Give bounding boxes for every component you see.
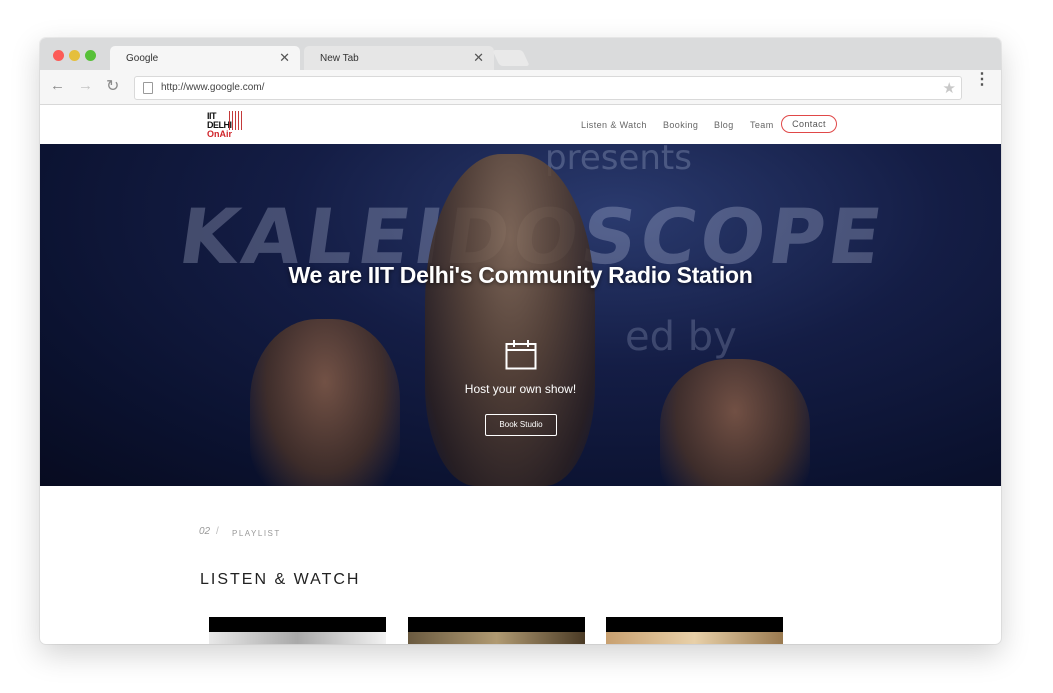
browser-menu-icon[interactable]: ⋮ <box>974 72 990 88</box>
hero-photo-figure <box>425 154 595 486</box>
close-tab-icon[interactable]: ✕ <box>279 50 290 66</box>
section-slash: / <box>216 526 219 537</box>
nav-link-blog[interactable]: Blog <box>714 120 734 130</box>
thumbnail-image <box>606 632 783 644</box>
playlist-video-thumbnail[interactable] <box>606 617 783 644</box>
calendar-icon <box>505 340 537 370</box>
nav-link-booking[interactable]: Booking <box>663 120 698 130</box>
logo-soundwave-icon <box>229 111 243 130</box>
forward-arrow-icon[interactable]: → <box>78 77 93 94</box>
thumbnail-image <box>209 632 386 644</box>
back-arrow-icon[interactable]: ← <box>50 77 65 94</box>
hero-background-text-top: presents <box>545 144 692 178</box>
close-tab-icon[interactable]: ✕ <box>473 50 484 66</box>
tab-label: New Tab <box>320 53 359 64</box>
close-window-button[interactable] <box>53 50 64 61</box>
book-studio-button[interactable]: Book Studio <box>485 414 557 436</box>
playlist-video-thumbnail[interactable] <box>408 617 585 644</box>
section-number: 02 <box>199 526 211 537</box>
hero-banner: presents KALEIDOSCOPE ed by We are IIT D… <box>40 144 1001 486</box>
new-tab-button[interactable] <box>492 50 530 66</box>
site-header: IIT DELHI OnAir Listen & Watch Booking B… <box>40 105 1001 144</box>
tab-strip: Google ✕ New Tab ✕ <box>40 38 1001 70</box>
page-icon <box>143 82 153 94</box>
site-logo[interactable]: IIT DELHI OnAir <box>205 111 245 141</box>
thumbnail-image <box>408 632 585 644</box>
hero-background-text-side: ed by <box>625 314 737 360</box>
browser-window: Google ✕ New Tab ✕ ← → ↻ http://www.goog… <box>40 38 1001 644</box>
section-title: LISTEN & WATCH <box>200 571 361 588</box>
browser-toolbar: ← → ↻ http://www.google.com/ ★ ⋮ <box>40 70 1001 105</box>
contact-button[interactable]: Contact <box>781 115 837 133</box>
tab-new-tab[interactable]: New Tab ✕ <box>304 46 494 70</box>
hero-subtitle: Host your own show! <box>464 382 577 396</box>
tab-label: Google <box>126 53 159 64</box>
reload-icon[interactable]: ↻ <box>106 76 119 96</box>
section-label: PLAYLIST <box>232 529 281 538</box>
minimize-window-button[interactable] <box>69 50 80 61</box>
bookmark-star-icon[interactable]: ★ <box>943 79 956 97</box>
nav-link-team[interactable]: Team <box>750 120 774 130</box>
hero-photo-figure <box>660 359 810 486</box>
tab-google[interactable]: Google ✕ <box>110 46 300 70</box>
address-bar[interactable]: http://www.google.com/ ★ <box>134 76 962 100</box>
url-text[interactable]: http://www.google.com/ <box>161 82 264 93</box>
logo-text-line3: OnAir <box>207 129 233 139</box>
playlist-video-thumbnail[interactable] <box>209 617 386 644</box>
nav-link-listen-watch[interactable]: Listen & Watch <box>581 120 647 130</box>
hero-title: We are IIT Delhi's Community Radio Stati… <box>288 262 753 288</box>
hero-photo-figure <box>250 319 400 486</box>
maximize-window-button[interactable] <box>85 50 96 61</box>
